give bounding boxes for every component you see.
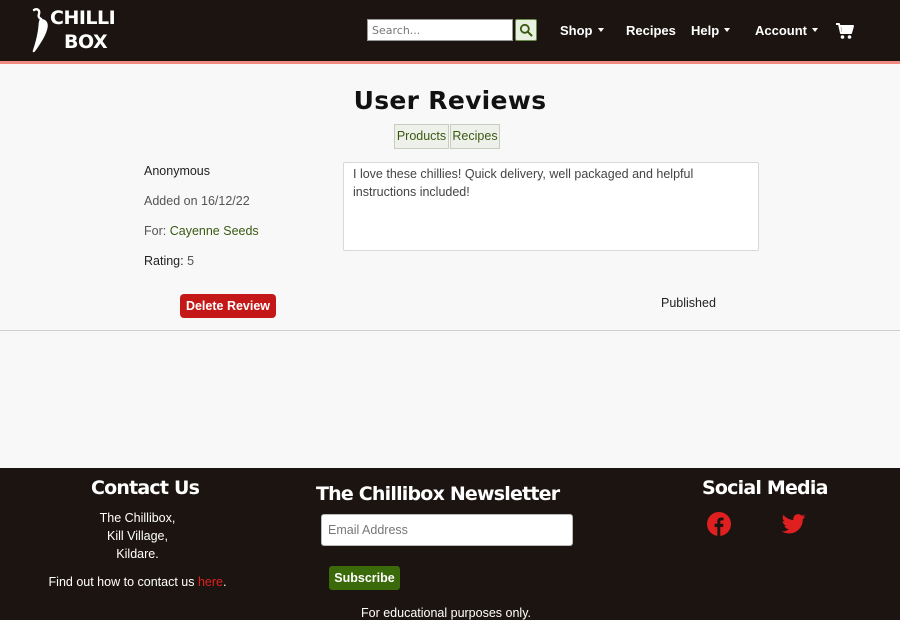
review-status: Published — [661, 296, 716, 310]
rating-value: 5 — [187, 254, 195, 268]
facebook-icon[interactable] — [707, 512, 731, 536]
review-rating: Rating: 5 — [144, 254, 194, 268]
nav-recipes-label: Recipes — [626, 23, 676, 38]
contact-address: The Chillibox, Kill Village, Kildare. — [70, 509, 205, 563]
subscribe-button[interactable]: Subscribe — [329, 566, 400, 590]
nav-account-label: Account — [755, 23, 807, 38]
nav-help-label: Help — [691, 23, 720, 38]
contact-period: . — [222, 575, 227, 589]
page-title: User Reviews — [353, 86, 547, 115]
educational-note: For educational purposes only. — [360, 606, 531, 620]
review-product: For: Cayenne Seeds — [144, 224, 259, 238]
search-button[interactable] — [515, 19, 537, 41]
newsletter-email-input[interactable] — [321, 514, 573, 546]
chillibox-logo[interactable]: CHILLI BOX — [28, 6, 116, 56]
navbar: CHILLI BOX Shop Recipes Help Account — [0, 0, 900, 64]
shopping-cart-icon[interactable] — [835, 22, 855, 40]
delete-review-button[interactable]: Delete Review — [180, 294, 276, 318]
search-input[interactable] — [367, 19, 513, 41]
footer: Contact Us The Chillibox, Kill Village, … — [0, 468, 900, 620]
added-date-value: 16/12/22 — [201, 194, 250, 208]
brand-wordmark: CHILLI BOX — [50, 6, 116, 54]
social-heading: Social Media — [702, 477, 828, 499]
product-link[interactable]: Cayenne Seeds — [170, 224, 259, 238]
chevron-down-icon — [812, 27, 818, 32]
divider — [0, 330, 900, 331]
chevron-down-icon — [724, 27, 731, 32]
nav-shop-dropdown[interactable]: Shop — [560, 23, 604, 38]
review-author: Anonymous — [144, 164, 211, 178]
nav-help-dropdown[interactable]: Help — [691, 23, 731, 38]
tab-recipes[interactable]: Recipes — [450, 124, 500, 149]
address-line-2: Kill Village, — [107, 529, 168, 543]
newsletter-heading: The Chillibox Newsletter — [316, 483, 560, 505]
brand-line-2: BOX — [64, 31, 108, 53]
tab-products[interactable]: Products — [394, 124, 449, 149]
contact-here-link[interactable]: here — [198, 575, 223, 589]
contact-find-label: Find out how to contact us — [48, 575, 198, 589]
for-label: For: — [144, 224, 167, 238]
nav-shop-label: Shop — [560, 23, 593, 38]
contact-find-text: Find out how to contact us here. — [30, 575, 245, 589]
search-icon — [519, 23, 533, 37]
nav-recipes-link[interactable]: Recipes — [626, 23, 676, 38]
contact-heading: Contact Us — [91, 477, 200, 499]
brand-line-1: CHILLI — [50, 7, 116, 29]
chevron-down-icon — [597, 27, 604, 32]
rating-label: Rating: — [144, 254, 184, 268]
review-text-box[interactable]: I love these chillies! Quick delivery, w… — [343, 162, 759, 251]
twitter-icon[interactable] — [782, 514, 806, 534]
added-label: Added on — [144, 194, 198, 208]
address-line-1: The Chillibox, — [99, 511, 176, 525]
address-line-3: Kildare. — [116, 547, 159, 561]
nav-account-dropdown[interactable]: Account — [755, 23, 818, 38]
review-added-date: Added on 16/12/22 — [144, 194, 250, 208]
